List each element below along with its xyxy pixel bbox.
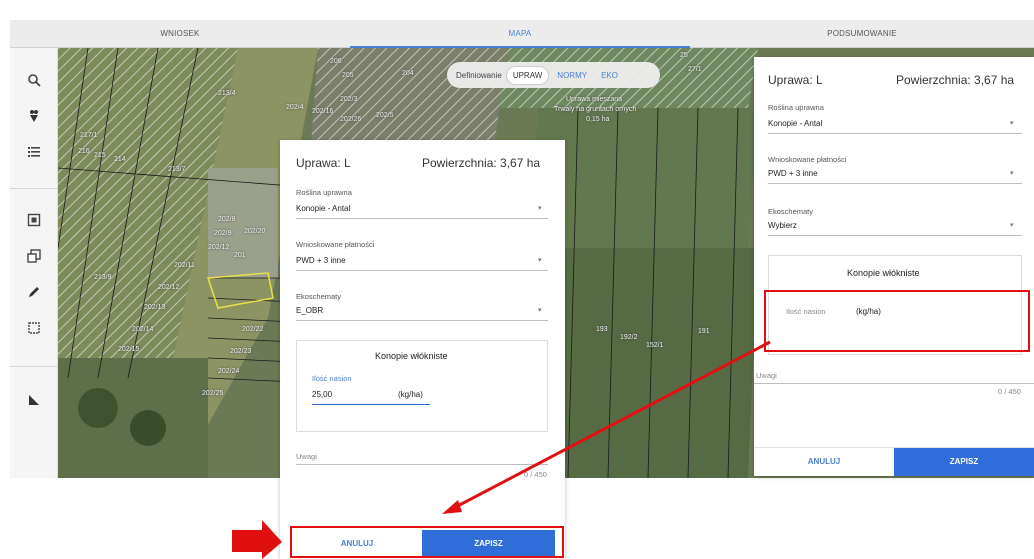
annotation-overlay (232, 340, 771, 559)
arrow-right-icon (232, 520, 282, 559)
arrow-head-icon (442, 500, 462, 514)
annotation-connector-line (449, 340, 771, 512)
